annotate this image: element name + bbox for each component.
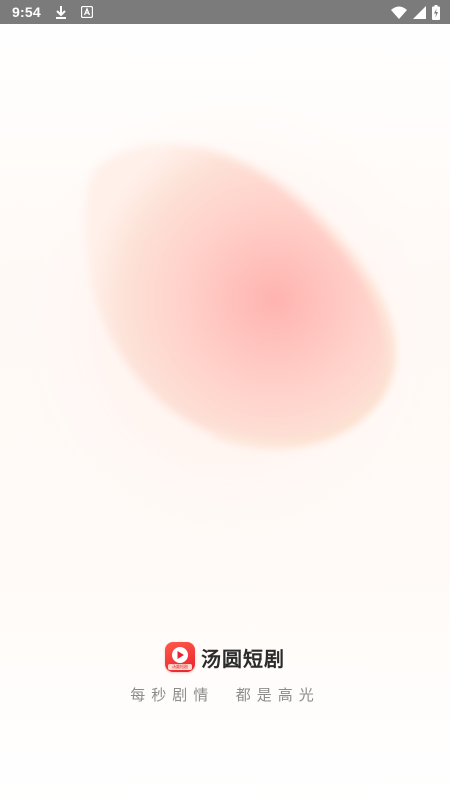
splash-screen: 9:54 汤圆短剧 汤圆短剧 每秒剧情 都是高光 — [0, 0, 450, 800]
brand-block: 汤圆短剧 汤圆短剧 每秒剧情 都是高光 — [0, 642, 450, 705]
font-a-icon — [80, 6, 93, 18]
logo-tag: 汤圆短剧 — [168, 664, 192, 670]
cell-signal-icon — [413, 5, 426, 19]
status-left: 9:54 — [12, 4, 93, 20]
status-bar: 9:54 — [0, 0, 450, 24]
wifi-icon — [391, 6, 407, 19]
status-time: 9:54 — [12, 4, 41, 20]
app-logo-icon: 汤圆短剧 — [165, 642, 195, 672]
battery-charging-icon — [432, 4, 440, 20]
brand-row: 汤圆短剧 汤圆短剧 — [165, 642, 285, 672]
status-right — [391, 4, 440, 20]
app-name: 汤圆短剧 — [201, 646, 285, 671]
background-blob — [0, 24, 450, 584]
download-icon — [55, 5, 67, 19]
slogan: 每秒剧情 都是高光 — [130, 686, 320, 704]
